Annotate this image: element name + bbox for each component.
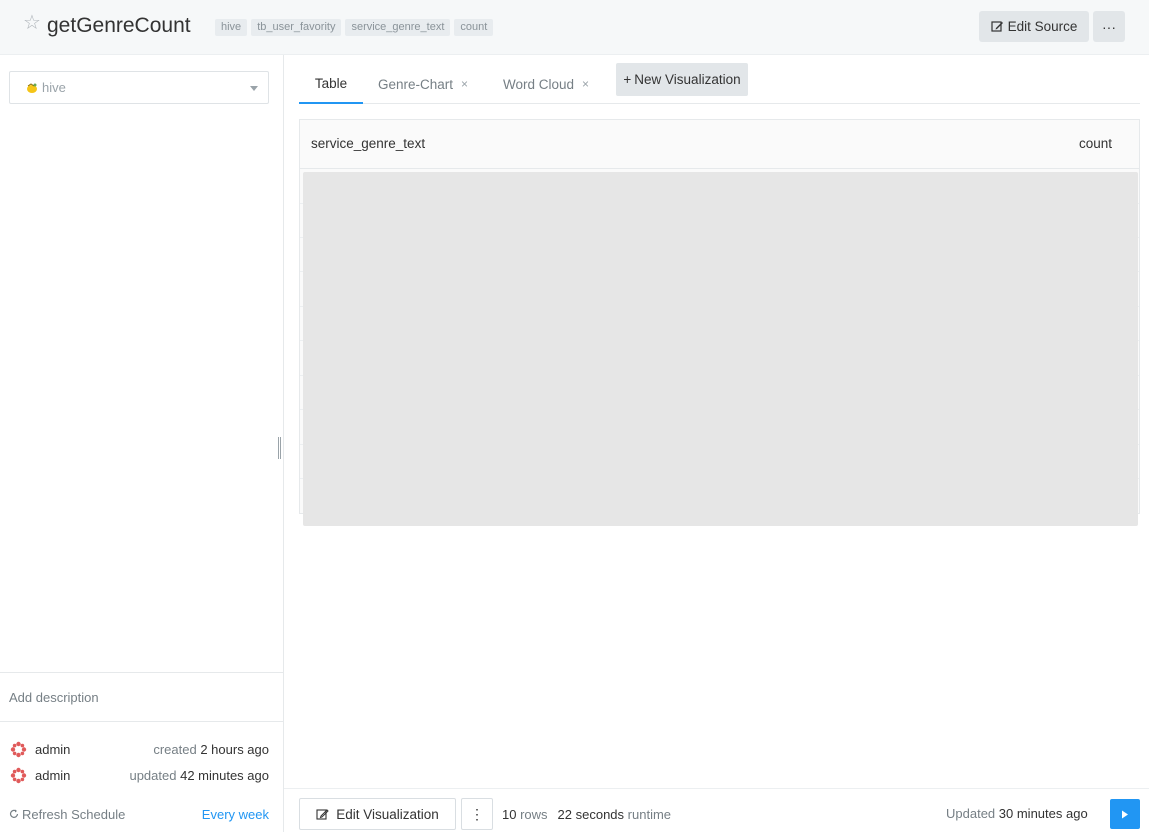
query-stats: 10 rows 22 seconds runtime [502, 807, 671, 822]
created-time: created 2 hours ago [153, 741, 269, 757]
query-footer: Edit Visualization ⋮ 10 rows 22 seconds … [284, 788, 1149, 832]
refresh-schedule-row: Refresh Schedule Every week [9, 804, 269, 824]
chevron-down-icon [250, 86, 258, 91]
tag: service_genre_text [345, 19, 451, 36]
query-sidebar: hive Add description admin created 2 hou… [0, 55, 284, 832]
tab-word-cloud[interactable]: Word Cloud × [503, 64, 589, 104]
tab-table[interactable]: Table [299, 64, 363, 104]
execute-button[interactable] [1110, 799, 1140, 829]
edit-visualization-button[interactable]: Edit Visualization [299, 798, 456, 830]
updated-meta: admin updated 42 minutes ago [9, 765, 269, 785]
updated-time: updated 42 minutes ago [129, 767, 269, 783]
add-description-link[interactable]: Add description [9, 690, 99, 705]
avatar [9, 766, 28, 785]
datasource-select[interactable]: hive [9, 71, 269, 104]
more-actions-button[interactable]: ··· [1093, 11, 1125, 42]
refresh-schedule-label: Refresh Schedule [9, 807, 125, 822]
created-meta: admin created 2 hours ago [9, 739, 269, 759]
tab-genre-chart[interactable]: Genre-Chart × [378, 64, 468, 104]
query-header: ☆ getGenreCount hive tb_user_favority se… [0, 0, 1149, 55]
sidebar-resize-handle[interactable] [278, 437, 281, 459]
tab-label: Word Cloud [503, 76, 575, 92]
edit-source-label: Edit Source [1007, 19, 1078, 34]
new-visualization-button[interactable]: + New Visualization [616, 63, 748, 96]
table-loading-overlay [303, 172, 1138, 526]
refresh-schedule-value[interactable]: Every week [202, 807, 269, 822]
last-updated: Updated 30 minutes ago [946, 806, 1088, 821]
new-visualization-label: New Visualization [634, 72, 741, 87]
close-icon[interactable]: × [582, 77, 589, 91]
row-count: 10 rows [502, 807, 548, 822]
description-section: Add description [0, 672, 283, 722]
close-icon[interactable]: × [461, 77, 468, 91]
created-by-user: admin [35, 741, 71, 757]
refresh-icon [9, 809, 19, 818]
column-header-count[interactable]: count [1079, 136, 1112, 151]
runtime: 22 seconds runtime [557, 807, 672, 822]
plus-icon: + [623, 72, 632, 87]
query-title[interactable]: getGenreCount [47, 13, 191, 39]
visualization-menu-button[interactable]: ⋮ [461, 798, 493, 830]
edit-icon [990, 21, 1003, 32]
table-header-row: service_genre_text count [300, 120, 1139, 169]
tag-list: hive tb_user_favority service_genre_text… [215, 19, 494, 36]
datasource-hive-icon [25, 81, 39, 95]
edit-icon [316, 808, 329, 820]
avatar [9, 740, 28, 759]
play-icon [1122, 810, 1128, 818]
edit-source-button[interactable]: Edit Source [979, 11, 1089, 42]
tag: hive [215, 19, 248, 36]
ellipsis-icon: ··· [1102, 18, 1116, 35]
edit-visualization-label: Edit Visualization [336, 806, 439, 822]
favorite-star-icon[interactable]: ☆ [23, 13, 43, 33]
updated-by-user: admin [35, 767, 71, 783]
datasource-label: hive [42, 80, 66, 95]
tab-label: Table [314, 75, 348, 91]
tag: tb_user_favority [251, 19, 342, 36]
tab-label: Genre-Chart [378, 76, 454, 92]
tag: count [454, 19, 494, 36]
kebab-icon: ⋮ [470, 805, 484, 822]
column-header-service-genre-text[interactable]: service_genre_text [311, 136, 425, 151]
